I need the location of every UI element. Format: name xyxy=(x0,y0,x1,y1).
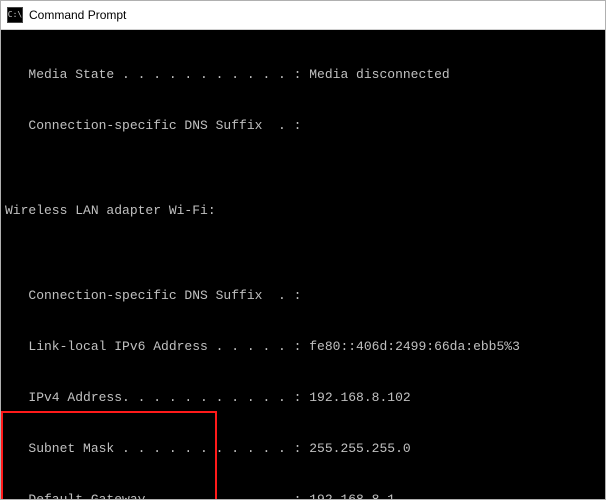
terminal-area[interactable]: Media State . . . . . . . . . . . : Medi… xyxy=(1,30,605,499)
output-line: Media State . . . . . . . . . . . : Medi… xyxy=(1,66,605,83)
cmd-icon: C:\ xyxy=(7,7,23,23)
command-prompt-window: C:\ Command Prompt Media State . . . . .… xyxy=(0,0,606,500)
output-line: Wireless LAN adapter Wi-Fi: xyxy=(1,202,605,219)
output-line: Connection-specific DNS Suffix . : xyxy=(1,117,605,134)
window-title: Command Prompt xyxy=(29,8,126,22)
titlebar[interactable]: C:\ Command Prompt xyxy=(1,1,605,30)
output-line: Link-local IPv6 Address . . . . . : fe80… xyxy=(1,338,605,355)
output-line: Subnet Mask . . . . . . . . . . . : 255.… xyxy=(1,440,605,457)
output-line: Default Gateway . . . . . . . . . : 192.… xyxy=(1,491,605,499)
output-line: Connection-specific DNS Suffix . : xyxy=(1,287,605,304)
output-line: IPv4 Address. . . . . . . . . . . : 192.… xyxy=(1,389,605,406)
